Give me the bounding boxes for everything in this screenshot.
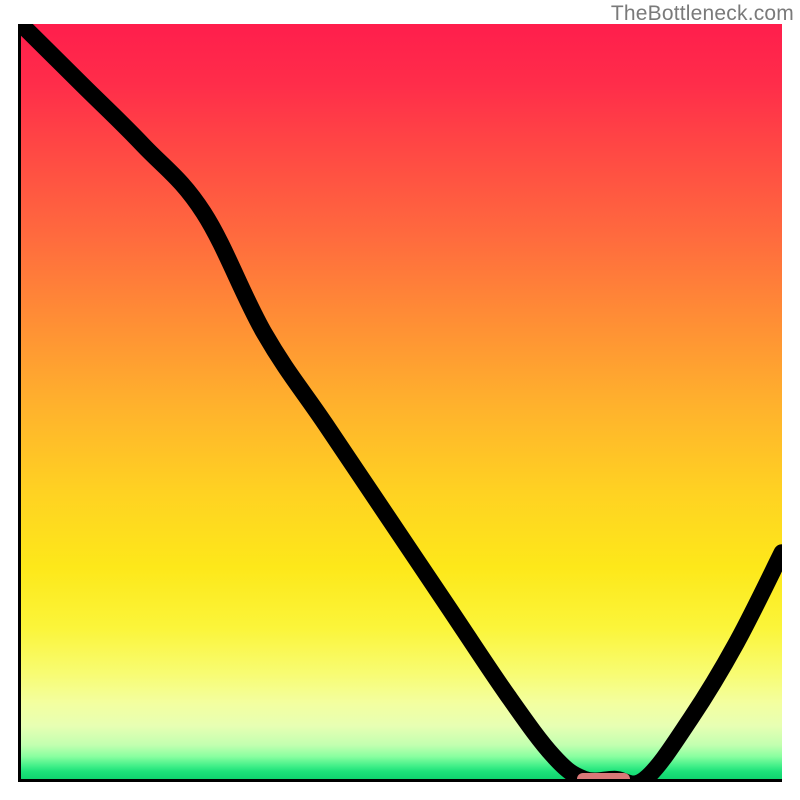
watermark-text: TheBottleneck.com [611,2,794,26]
plot-area [18,24,782,782]
optimal-range-marker [577,773,630,782]
bottleneck-chart: TheBottleneck.com [0,0,800,800]
curve-svg [21,24,782,779]
bottleneck-curve-path [21,24,782,779]
